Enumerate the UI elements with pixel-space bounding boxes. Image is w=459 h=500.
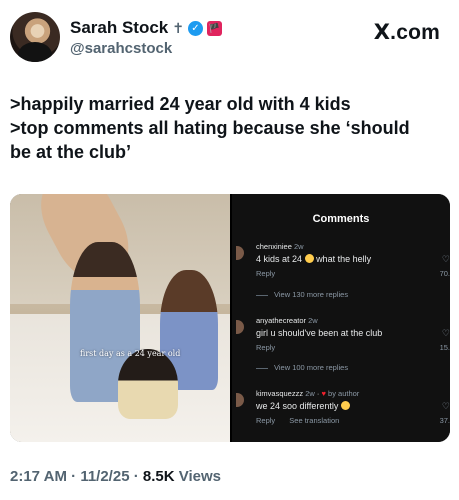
like-count: 37.	[439, 416, 450, 425]
comment-header: chenxiniee 2w	[256, 242, 304, 251]
family-photo[interactable]: first day as a 24 year old	[10, 194, 230, 442]
photo-caption: first day as a 24 year old	[80, 349, 181, 358]
flag-badge-icon: 🏴	[207, 20, 222, 36]
cross-icon: ✝	[172, 20, 184, 36]
comment-username[interactable]: chenxiniee	[256, 242, 292, 251]
x-com-logo: X.com	[373, 20, 440, 44]
tweet-meta: 2:17 AM · 11/2/25 · 8.5K Views	[10, 468, 221, 485]
tweet-media[interactable]: first day as a 24 year old Comments chen…	[10, 194, 450, 442]
tweet-text: >happily married 24 year old with 4 kids…	[10, 92, 430, 164]
emoji-icon	[304, 254, 314, 263]
comments-title: Comments	[312, 213, 370, 225]
see-translation-link[interactable]: See translation	[289, 416, 339, 425]
tweet-header: Sarah Stock ✝ ✓ 🏴 @sarahcstock X.com	[10, 12, 450, 68]
comment-time: 2w	[308, 316, 318, 325]
comment-text: girl u should've been at the club	[256, 328, 383, 338]
comment-time: 2w	[305, 389, 315, 398]
commenter-avatar[interactable]	[236, 320, 244, 334]
comment-time: 2w	[293, 242, 304, 251]
like-icon[interactable]: ♡	[436, 328, 450, 339]
verified-icon: ✓	[188, 20, 203, 36]
like-icon[interactable]: ♡	[436, 254, 450, 265]
reply-button[interactable]: Reply	[256, 269, 275, 278]
heart-icon: ♥	[321, 389, 326, 398]
comment-header: kimvasquezzz 2w · ♥ by author	[256, 389, 360, 398]
tweet-date[interactable]: 11/2/25	[80, 468, 129, 485]
commenter-avatar[interactable]	[236, 246, 244, 260]
photo-child	[118, 349, 178, 419]
comment-text: 4 kids at 24 what the helly	[256, 254, 372, 264]
comment-actions: Reply	[256, 269, 287, 278]
reply-button[interactable]: Reply	[256, 416, 275, 425]
like-icon[interactable]: ♡	[436, 401, 450, 412]
comment-actions: Reply	[256, 343, 287, 352]
comment-header: anyathecreator 2w	[256, 316, 318, 325]
tweet-line: >top comments all hating because she ‘sh…	[10, 118, 410, 162]
comment-actions: Reply See translation	[256, 416, 351, 425]
view-more-replies[interactable]: View 130 more replies	[256, 290, 348, 299]
views-count: 8.5K	[142, 468, 175, 485]
commenter-avatar[interactable]	[236, 393, 244, 407]
emoji-icon	[340, 401, 350, 410]
like-count: 15.	[439, 343, 450, 352]
like-count: 70.	[439, 269, 450, 278]
comment-username[interactable]: anyathecreator	[256, 316, 306, 325]
views-label: Views	[174, 468, 221, 485]
avatar[interactable]	[10, 12, 60, 62]
comment-text: we 24 soo differently	[256, 401, 350, 411]
tweet-line: >happily married 24 year old with 4 kids	[10, 94, 351, 114]
comments-panel[interactable]: Comments chenxiniee 2w 4 kids at 24 what…	[232, 194, 450, 442]
reply-button[interactable]: Reply	[256, 343, 275, 352]
by-author-label: by author	[328, 389, 360, 398]
tweet-time[interactable]: 2:17 AM	[10, 468, 67, 485]
author-handle[interactable]: @sarahcstock	[70, 40, 172, 57]
view-more-replies[interactable]: View 100 more replies	[256, 363, 348, 372]
author-name[interactable]: Sarah Stock	[70, 18, 168, 38]
author-name-row: Sarah Stock ✝ ✓ 🏴	[70, 18, 222, 38]
comment-username[interactable]: kimvasquezzz	[256, 389, 303, 398]
